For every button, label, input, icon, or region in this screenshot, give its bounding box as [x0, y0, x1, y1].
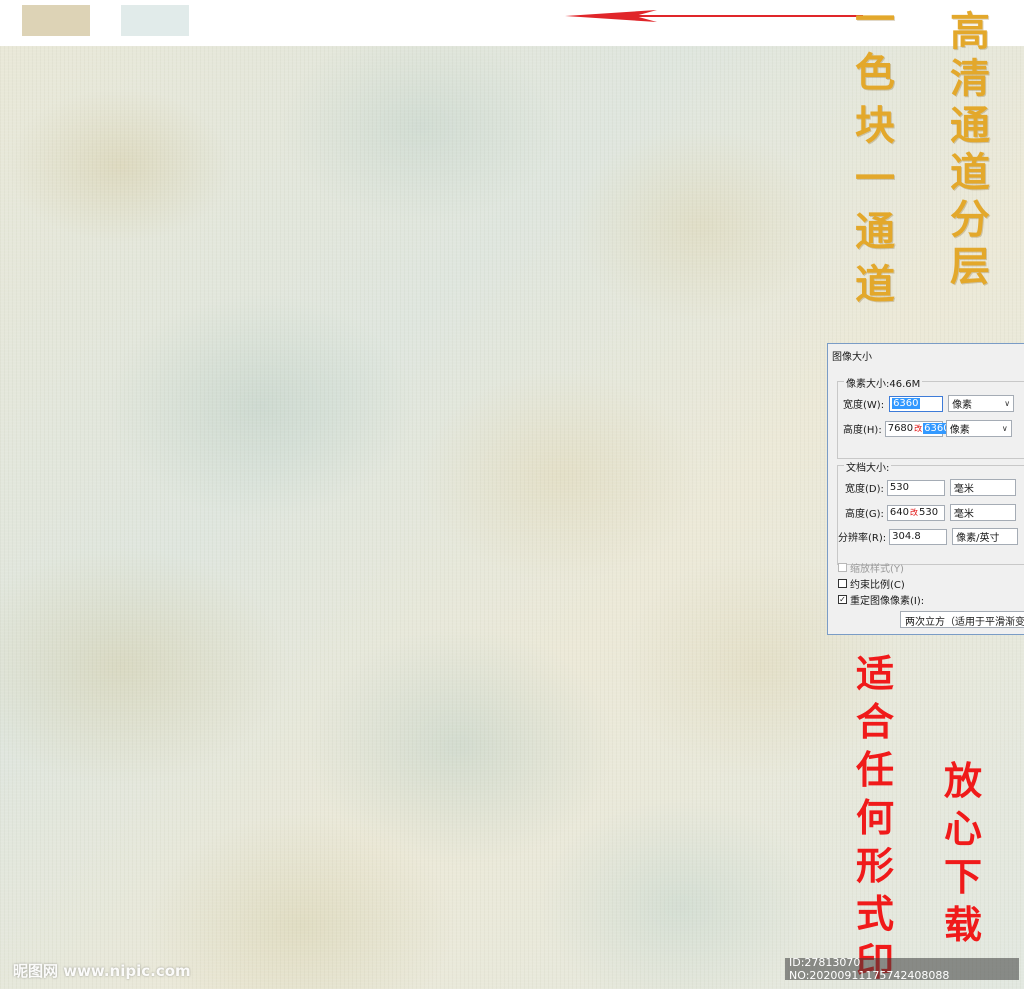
doc-width-value: 530	[889, 482, 909, 493]
pixel-width-value: 6360	[892, 398, 920, 409]
resample-checkbox[interactable]: ✓	[838, 595, 847, 604]
resolution-unit: 像素/英寸	[956, 533, 1000, 544]
constrain-proportions-label: 约束比例(C)	[850, 580, 905, 591]
doc-height-label: 高度(G):	[845, 509, 884, 520]
doc-height-unit-select[interactable]: 毫米	[949, 504, 1016, 521]
doc-height-old: 640	[889, 507, 910, 518]
annotation-red-right: 放 心 下 载	[944, 758, 983, 947]
document-size-legend: 文档大小:	[844, 459, 892, 474]
scale-styles-label: 缩放样式(Y)	[850, 564, 904, 575]
scale-styles-checkbox[interactable]	[838, 563, 847, 572]
resolution-input[interactable]: 304.8	[889, 528, 948, 545]
resample-label: 重定图像像素(I):	[850, 596, 925, 607]
pixel-dimensions-group: 像素大小:46.6M 宽度(W): 6360 像素 ∨ 高度(H): 7680 …	[837, 375, 1024, 459]
pixel-width-input[interactable]: 6360	[889, 395, 944, 412]
doc-width-unit: 毫米	[953, 484, 974, 495]
pixel-height-change-mark: 改	[914, 424, 923, 433]
pixel-width-unit-select[interactable]: 像素 ∨	[948, 395, 1015, 412]
pixel-dimensions-legend: 像素大小:46.6M	[844, 375, 923, 390]
arrow-left-icon	[565, 10, 863, 22]
resample-method-select[interactable]: 两次立方（适用于平滑渐变	[900, 611, 1024, 628]
chevron-down-icon: ∨	[1001, 424, 1008, 433]
doc-height-unit: 毫米	[953, 509, 974, 520]
doc-height-input[interactable]: 640 改 530	[886, 504, 945, 521]
doc-width-unit-select[interactable]: 毫米	[949, 479, 1016, 496]
pixel-height-label: 高度(H):	[843, 425, 882, 436]
doc-width-input[interactable]: 530	[886, 479, 945, 496]
pixel-width-label: 宽度(W):	[843, 400, 885, 411]
doc-height-new: 530	[919, 507, 939, 518]
scale-styles-option[interactable]: 缩放样式(Y)	[838, 560, 904, 575]
chevron-down-icon: ∨	[1004, 399, 1011, 408]
dialog-title: 图像大小	[832, 352, 872, 363]
site-watermark: 昵图网 www.nipic.com	[13, 962, 191, 980]
pixel-height-unit: 像素	[949, 425, 970, 436]
image-id-watermark: ID:27813070 NO:20200911175742408088	[785, 956, 1019, 982]
document-size-group: 文档大小: 宽度(D): 530 毫米 高度(G): 640 改 530 毫米 …	[837, 459, 1024, 565]
annotation-gold-right: 高 清 通 道 分 层	[950, 8, 990, 290]
resolution-value: 304.8	[892, 531, 921, 542]
annotation-red-left: 适 合 任 何 形 式 印	[856, 651, 895, 981]
resample-option[interactable]: ✓ 重定图像像素(I):	[838, 592, 924, 607]
color-swatch-beige	[22, 5, 90, 36]
image-size-dialog: 图像大小 像素大小:46.6M 宽度(W): 6360 像素 ∨ 高度(H): …	[827, 343, 1024, 635]
pixel-height-unit-select[interactable]: 像素 ∨	[945, 420, 1012, 437]
constrain-proportions-option[interactable]: 约束比例(C)	[838, 576, 905, 591]
resolution-label: 分辨率(R):	[838, 533, 887, 544]
resolution-unit-select[interactable]: 像素/英寸	[952, 528, 1019, 545]
pixel-height-old: 7680	[887, 423, 914, 434]
doc-height-change-mark: 改	[910, 508, 919, 517]
doc-width-label: 宽度(D):	[845, 484, 884, 495]
pixel-width-unit: 像素	[952, 400, 973, 411]
constrain-proportions-checkbox[interactable]	[838, 579, 847, 588]
pixel-height-input[interactable]: 7680 改 6360	[884, 420, 951, 437]
annotation-gold-left: 一 色 块 一 通 道	[855, 0, 895, 308]
color-swatch-pale-blue	[121, 5, 189, 36]
